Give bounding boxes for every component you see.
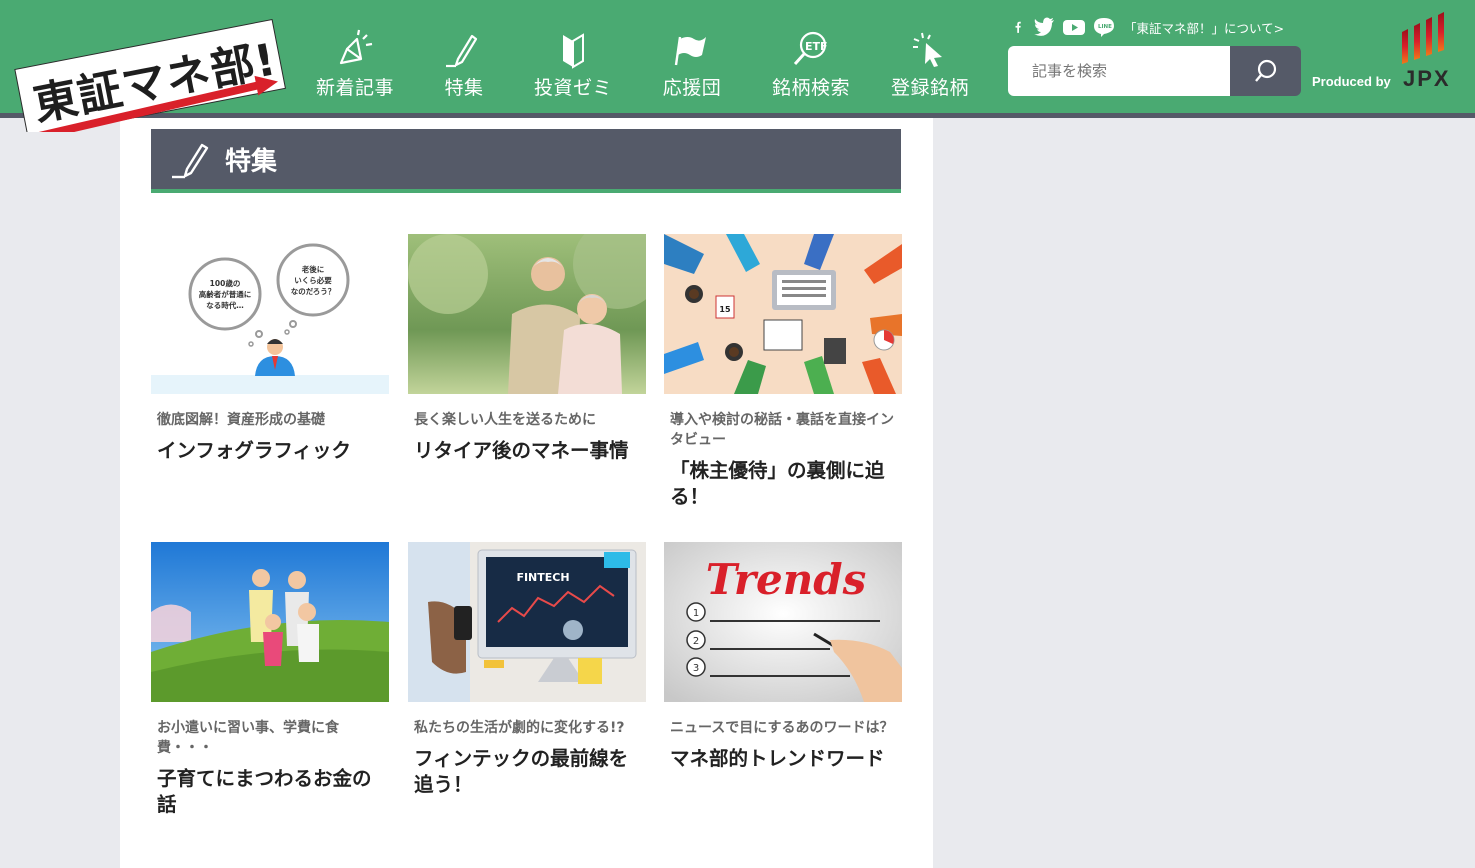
youtube-icon[interactable] [1062, 16, 1086, 38]
nav-label: 特集 [444, 77, 484, 99]
card-title: リタイア後のマネー事情 [414, 439, 629, 462]
card-category: ニュースで目にするあのワードは？ [670, 720, 894, 736]
site-logo[interactable]: 東証マネ部! [12, 14, 287, 132]
trends-word: Trends [706, 555, 867, 604]
produced-by-label: Produced by [1312, 74, 1391, 89]
main-nav: 新着記事 特集 投資ゼミ 応援団 ETF 銘柄検索 登録銘柄 [300, 0, 994, 113]
nav-item-new-articles[interactable]: 新着記事 [300, 0, 410, 100]
line-icon[interactable]: LINE [1092, 16, 1116, 38]
flag-icon [674, 36, 706, 66]
fintech-monitor-photo: FINTECH [408, 542, 646, 702]
office-desk-photo: 15 [664, 234, 902, 394]
twitter-icon[interactable] [1032, 16, 1056, 38]
feature-card-infographic[interactable]: 100歳の 高齢者が普通に なる時代… 老後に いくら必要 なのだろう？ 徹底図… [151, 234, 389, 464]
search-box [1008, 46, 1301, 96]
senior-couple-photo [408, 234, 646, 394]
about-link[interactable]: 「東証マネ部！」について> [1124, 18, 1284, 37]
nav-label: 銘柄検索 [771, 77, 850, 99]
bubble1-line: 100歳の [210, 278, 241, 288]
social-links: LINE 「東証マネ部！」について> [1012, 16, 1284, 38]
card-category: お小遣いに習い事、学費に食費・・・ [157, 720, 339, 756]
feature-card-fintech[interactable]: FINTECH 私たちの生活が劇的に変化する!? フィンテックの最前線を追う！ [408, 542, 646, 798]
card-category: 徹底図解！資産形成の基礎 [157, 412, 325, 428]
nav-label: 新着記事 [315, 77, 394, 99]
jpx-logo-mark[interactable] [1398, 12, 1454, 64]
card-title: マネ部的トレンドワード [670, 747, 885, 770]
card-category: 長く楽しい人生を送るために [414, 412, 596, 428]
facebook-icon[interactable] [1012, 16, 1026, 38]
nav-item-features[interactable]: 特集 [410, 0, 518, 100]
nav-item-stock-search[interactable]: ETF 銘柄検索 [756, 0, 866, 100]
section-title: 特集 [225, 146, 278, 177]
infographic-illustration: 100歳の 高齢者が普通に なる時代… 老後に いくら必要 なのだろう？ [151, 234, 389, 394]
pen-icon [172, 143, 209, 179]
nav-item-investment-seminar[interactable]: 投資ゼミ [518, 0, 628, 100]
etf-search-icon: ETF [793, 31, 828, 66]
card-title: フィンテックの最前線を追う！ [414, 747, 629, 796]
trends-list-photo: Trends 1 2 3 [664, 542, 902, 702]
bubble1-line: 高齢者が普通に [199, 289, 252, 299]
svg-text:2: 2 [693, 636, 699, 647]
line-icon-text: LINE [1098, 24, 1112, 30]
nav-label: 登録銘柄 [890, 77, 969, 99]
fintech-label: FINTECH [516, 571, 569, 584]
bubble2-line: いくら必要 [294, 275, 332, 285]
megaphone-icon [339, 29, 373, 65]
feature-card-child-rearing[interactable]: お小遣いに習い事、学費に食費・・・ 子育てにまつわるお金の話 [151, 542, 389, 818]
click-pointer-icon [913, 32, 942, 67]
feature-card-retirement[interactable]: 長く楽しい人生を送るために リタイア後のマネー事情 [408, 234, 646, 464]
jpx-logo-text[interactable]: JPX [1403, 66, 1451, 92]
search-input[interactable] [1008, 46, 1230, 96]
card-title: 「株主優待」の裏側に迫る！ [670, 459, 885, 508]
feature-card-trend-words[interactable]: Trends 1 2 3 ニュースで目にするあのワードは？ マネ部的トレンドワー… [664, 542, 902, 772]
pen-icon [446, 34, 478, 68]
svg-text:1: 1 [693, 608, 699, 619]
svg-text:3: 3 [693, 663, 699, 674]
nav-item-registered-stocks[interactable]: 登録銘柄 [866, 0, 994, 100]
calendar-day: 15 [719, 305, 731, 314]
family-park-photo [151, 542, 389, 702]
svg-text:ETF: ETF [805, 40, 828, 53]
card-title: 子育てにまつわるお金の話 [157, 767, 372, 816]
nav-label: 投資ゼミ [533, 77, 612, 99]
search-button[interactable] [1230, 46, 1301, 96]
nav-item-supporters[interactable]: 応援団 [628, 0, 756, 100]
card-category: 導入や検討の秘話・裏話を直接インタビュー [670, 412, 894, 448]
nav-label: 応援団 [662, 77, 722, 99]
card-title: インフォグラフィック [157, 439, 352, 462]
feature-card-shareholder-benefits[interactable]: 15 導入や検討の秘話・裏話を直接インタビュー 「株主優待」の裏側に迫る！ [664, 234, 902, 510]
section-header: 特集 [151, 129, 901, 193]
bubble2-line: 老後に [301, 264, 325, 274]
search-icon [1254, 59, 1276, 82]
card-category: 私たちの生活が劇的に変化する!? [414, 720, 625, 736]
bubble1-line: なる時代… [206, 300, 244, 310]
bubble2-line: なのだろう？ [291, 287, 336, 296]
beginner-mark-icon [563, 33, 584, 69]
